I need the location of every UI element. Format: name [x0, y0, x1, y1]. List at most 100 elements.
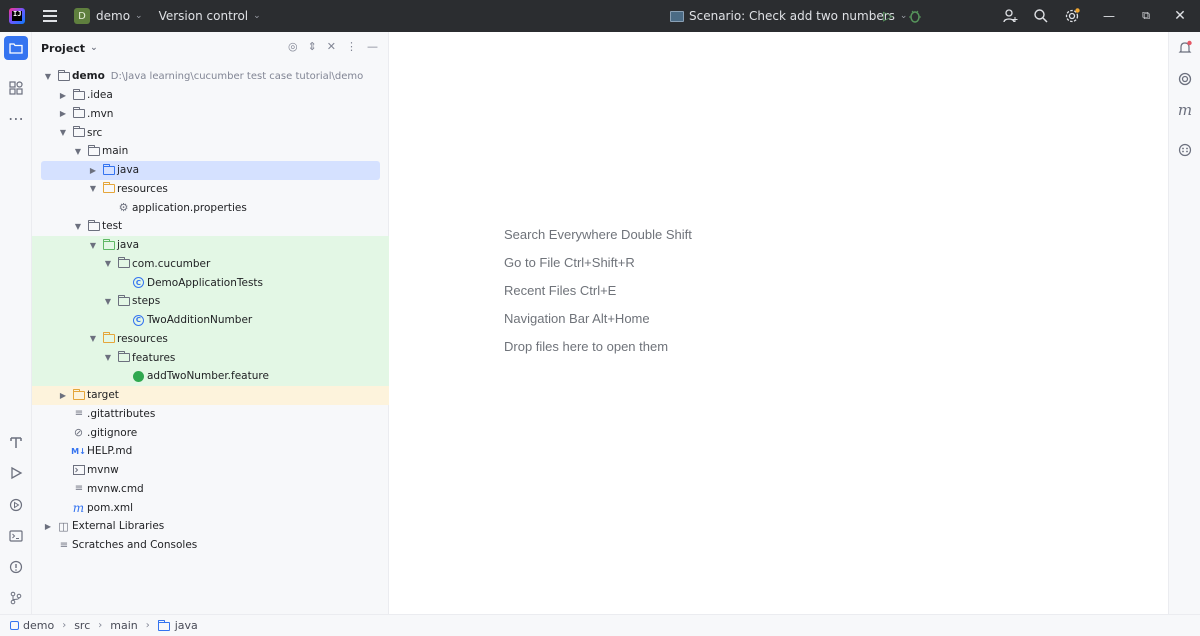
status-bar: demo › src › main › java: [0, 614, 1200, 636]
chevron-down-icon[interactable]: ▼: [87, 241, 99, 250]
folder-icon: [117, 351, 130, 363]
tree-item-features[interactable]: ▼ features: [32, 348, 389, 367]
services-tool-icon[interactable]: [4, 493, 28, 517]
tree-item-mvn[interactable]: ▶ .mvn: [32, 105, 389, 124]
more-tools-icon[interactable]: ⋯: [4, 106, 28, 130]
maven-tool-icon[interactable]: m: [1173, 98, 1197, 122]
run-tool-icon[interactable]: [4, 461, 28, 485]
tree-item-com-cucumber[interactable]: ▼ com.cucumber: [32, 254, 389, 274]
tree-item-scratches[interactable]: ≡ Scratches and Consoles: [32, 536, 389, 555]
search-icon[interactable]: [1031, 6, 1051, 26]
restore-icon[interactable]: ⧉: [1136, 6, 1156, 26]
tree-item-two-addition-number[interactable]: C TwoAdditionNumber: [32, 310, 389, 330]
folder-icon: [72, 107, 85, 119]
git-tool-icon[interactable]: [4, 586, 28, 610]
project-tool-icon[interactable]: [4, 36, 28, 60]
chevron-right-icon[interactable]: ▶: [87, 166, 99, 175]
folder-icon: [87, 219, 100, 232]
chevron-down-icon: ⌄: [253, 11, 261, 21]
hint-recent-files: Recent Files Ctrl+E: [504, 283, 617, 298]
collapse-all-icon[interactable]: ✕: [327, 40, 336, 53]
tree-item-label: java: [117, 164, 139, 177]
run-config-icon: [670, 10, 684, 22]
menu-icon[interactable]: [38, 4, 62, 28]
breadcrumb-item[interactable]: src: [74, 619, 90, 632]
tree-item-main-java[interactable]: ▶ java: [41, 160, 380, 180]
tree-item-label: pom.xml: [87, 501, 134, 514]
plugins-icon[interactable]: [1173, 138, 1197, 162]
chevron-down-icon[interactable]: ▼: [57, 128, 69, 137]
build-tool-icon[interactable]: [4, 430, 28, 454]
minimize-icon[interactable]: —: [1099, 6, 1119, 26]
chevron-down-icon[interactable]: ▼: [87, 184, 99, 193]
chevron-right-icon[interactable]: ▶: [57, 109, 69, 118]
chevron-down-icon[interactable]: ▼: [102, 297, 114, 306]
hide-panel-icon[interactable]: —: [367, 40, 378, 53]
tree-item-demo-application-tests[interactable]: C DemoApplicationTests: [32, 273, 389, 292]
tree-item-test-java[interactable]: ▼ java: [32, 235, 389, 255]
run-config-selector[interactable]: Scenario: Check add two numbers ⌄: [670, 0, 907, 32]
tree-item-demo[interactable]: ▼ demo D:\Java learning\cucumber test ca…: [32, 67, 389, 86]
chevron-down-icon[interactable]: ▼: [87, 334, 99, 343]
hint-search-everywhere: Search Everywhere Double Shift: [504, 227, 692, 242]
tree-item-test[interactable]: ▼ test: [32, 217, 389, 236]
tree-item-application-properties[interactable]: ⚙ application.properties: [32, 198, 389, 217]
right-tool-window-bar: m: [1168, 32, 1200, 614]
settings-icon[interactable]: [1062, 6, 1082, 26]
chevron-down-icon[interactable]: ▼: [42, 72, 54, 81]
debug-icon[interactable]: [905, 6, 925, 26]
tree-item-mvnw[interactable]: mvnw: [32, 461, 389, 480]
tree-item-main[interactable]: ▼ main: [32, 142, 389, 161]
tree-item-src[interactable]: ▼ src: [32, 123, 389, 142]
tree-item-external-libraries[interactable]: ▶ ◫ External Libraries: [32, 517, 389, 536]
tree-item-add-two-number-feature[interactable]: addTwoNumber.feature: [32, 367, 389, 386]
add-user-icon[interactable]: [1000, 6, 1020, 26]
package-icon: [117, 294, 130, 307]
tree-item-label: main: [102, 145, 129, 158]
tree-item-main-resources[interactable]: ▼ resources: [32, 180, 389, 199]
project-tree: ▼ demo D:\Java learning\cucumber test ca…: [32, 67, 389, 555]
tree-item-label: .mvn: [87, 107, 114, 120]
options-icon[interactable]: ⋮: [346, 40, 357, 53]
project-badge: D: [74, 8, 90, 24]
structure-tool-icon[interactable]: [4, 76, 28, 100]
chevron-down-icon[interactable]: ⌄: [90, 43, 98, 53]
panel-title[interactable]: Project: [41, 42, 85, 55]
select-opened-file-icon[interactable]: ◎: [288, 40, 298, 53]
run-icon[interactable]: ▷: [878, 6, 898, 26]
chevron-down-icon[interactable]: ▼: [72, 222, 84, 231]
breadcrumb-item[interactable]: demo: [23, 619, 54, 632]
notifications-icon[interactable]: [1173, 36, 1197, 60]
tree-item-pom-xml[interactable]: m pom.xml: [32, 498, 389, 517]
shell-script-icon: [72, 465, 85, 476]
tree-item-mvnw-cmd[interactable]: ≡ mvnw.cmd: [32, 480, 389, 499]
tree-item-steps[interactable]: ▼ steps: [32, 292, 389, 311]
tree-item-test-resources[interactable]: ▼ resources: [32, 329, 389, 349]
tree-item-gitignore[interactable]: ⊘ .gitignore: [32, 423, 389, 442]
breadcrumb-item[interactable]: main: [110, 619, 137, 632]
close-icon[interactable]: ✕: [1170, 6, 1190, 26]
folder-icon: [157, 620, 170, 631]
terminal-tool-icon[interactable]: [4, 524, 28, 548]
chevron-down-icon[interactable]: ▼: [102, 353, 114, 362]
project-selector[interactable]: D demo ⌄: [74, 0, 143, 32]
breadcrumb-item[interactable]: java: [175, 619, 198, 632]
tree-item-label: mvnw: [87, 464, 119, 477]
ai-assistant-icon[interactable]: [1173, 67, 1197, 91]
breadcrumb: demo › src › main › java: [10, 619, 198, 632]
tree-item-label: HELP.md: [87, 445, 133, 458]
chevron-down-icon[interactable]: ▼: [72, 147, 84, 156]
tree-item-gitattributes[interactable]: ≡ .gitattributes: [32, 405, 389, 424]
ignore-file-icon: ⊘: [73, 426, 84, 440]
chevron-right-icon[interactable]: ▶: [57, 91, 69, 100]
chevron-right-icon[interactable]: ▶: [57, 391, 69, 400]
expand-all-icon[interactable]: ⇕: [308, 40, 317, 53]
tree-item-target[interactable]: ▶ target: [32, 385, 389, 405]
tree-item-help-md[interactable]: M↓ HELP.md: [32, 442, 389, 461]
vcs-selector[interactable]: Version control ⌄: [159, 0, 261, 32]
chevron-right-icon[interactable]: ▶: [42, 522, 54, 531]
tree-item-idea[interactable]: ▶ .idea: [32, 86, 389, 105]
chevron-down-icon[interactable]: ▼: [102, 259, 114, 268]
editor-area[interactable]: Search Everywhere Double Shift Go to Fil…: [390, 32, 1168, 614]
problems-tool-icon[interactable]: [4, 555, 28, 579]
